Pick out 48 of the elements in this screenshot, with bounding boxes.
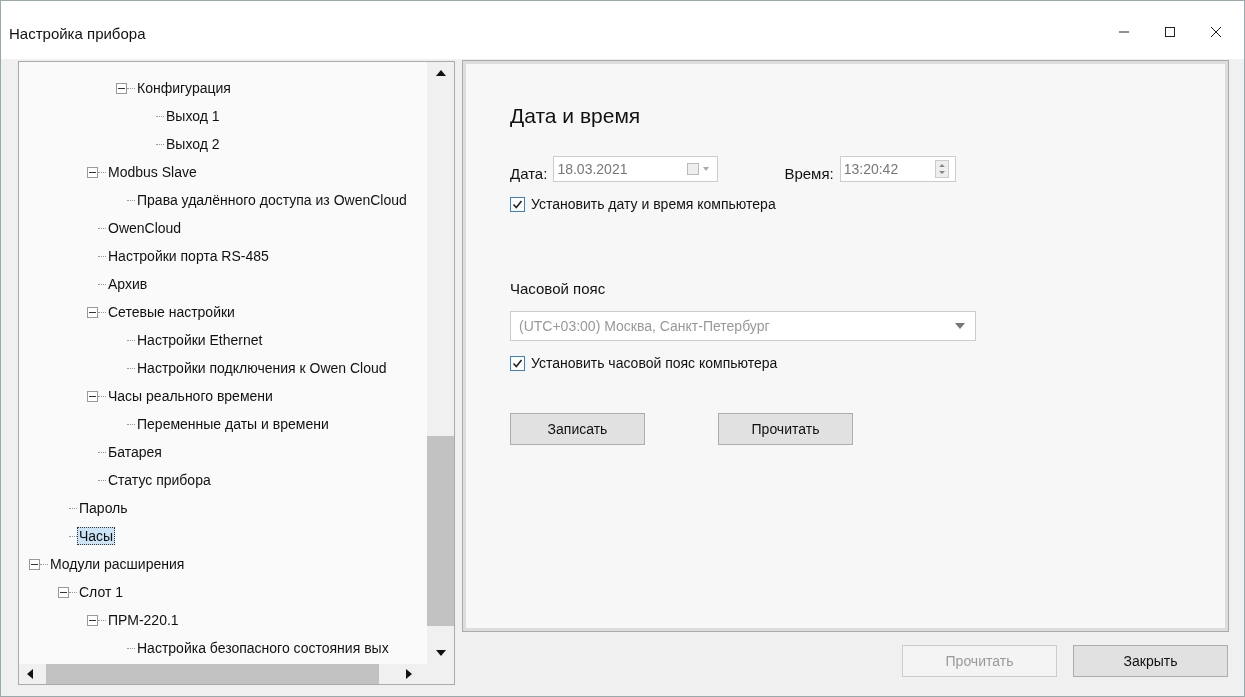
close-icon[interactable] [1210,26,1222,38]
tree-item[interactable]: Конфигурация [135,79,233,97]
collapse-icon[interactable] [58,586,69,598]
footer-button[interactable]: Закрыть [1073,645,1228,677]
scroll-up-icon[interactable] [435,70,446,76]
date-label: Дата: [510,165,548,182]
collapse-icon[interactable] [87,166,98,178]
scroll-down-icon[interactable] [435,650,446,656]
tree-item[interactable]: Настройки Ethernet [135,331,265,349]
vertical-scrollbar[interactable] [427,62,454,664]
collapse-icon[interactable] [29,558,40,570]
scroll-right-icon[interactable] [406,669,412,679]
scroll-left-icon[interactable] [27,669,33,679]
collapse-icon[interactable] [87,390,98,402]
collapse-icon[interactable] [116,82,127,94]
tree-item[interactable]: Настройка безопасного состояния вых [135,639,391,657]
horizontal-scrollbar[interactable] [19,664,454,684]
tree-item[interactable]: Выход 2 [164,135,222,153]
tree-item[interactable]: Пароль [77,499,130,517]
tree-item[interactable]: Часы [77,527,116,545]
tree-item[interactable]: ПРМ-220.1 [106,611,181,629]
tree-item[interactable]: OwenCloud [106,219,184,237]
tree-item[interactable]: Переменные даты и времени [135,415,331,433]
checkbox-label: Установить дату и время компьютера [531,196,776,212]
tree-item[interactable]: Настройки подключения к Owen Cloud [135,359,389,377]
tree-item[interactable]: Статус прибора [106,471,213,489]
tree-item[interactable]: Настройки порта RS-485 [106,247,271,265]
window-title: Настройка прибора [9,24,146,42]
tree-item[interactable]: Сетевые настройки [106,303,237,321]
collapse-icon[interactable] [87,614,98,626]
tree-item[interactable]: Архив [106,275,150,293]
maximize-icon[interactable] [1164,26,1176,38]
tree-item[interactable]: Modbus Slave [106,163,199,181]
time-label: Время: [784,165,834,182]
tree-item[interactable]: Часы реального времени [106,387,275,405]
section-heading: Дата и время [510,104,642,128]
checkbox[interactable] [510,196,525,212]
timezone-label: Часовой пояс [510,280,607,297]
tree-item[interactable]: Модули расширения [48,555,187,573]
tree-item[interactable]: Права удалённого доступа из OwenCloud [135,191,409,209]
action-button[interactable]: Прочитать [718,413,853,445]
checkbox-label: Установить часовой пояс компьютера [531,355,778,371]
tree-item[interactable]: Слот 1 [77,583,125,601]
action-button[interactable]: Записать [510,413,645,445]
checkbox[interactable] [510,355,525,371]
tree-item[interactable]: Батарея [106,443,164,461]
collapse-icon[interactable] [87,306,98,318]
tree-item[interactable]: Выход 1 [164,107,222,125]
